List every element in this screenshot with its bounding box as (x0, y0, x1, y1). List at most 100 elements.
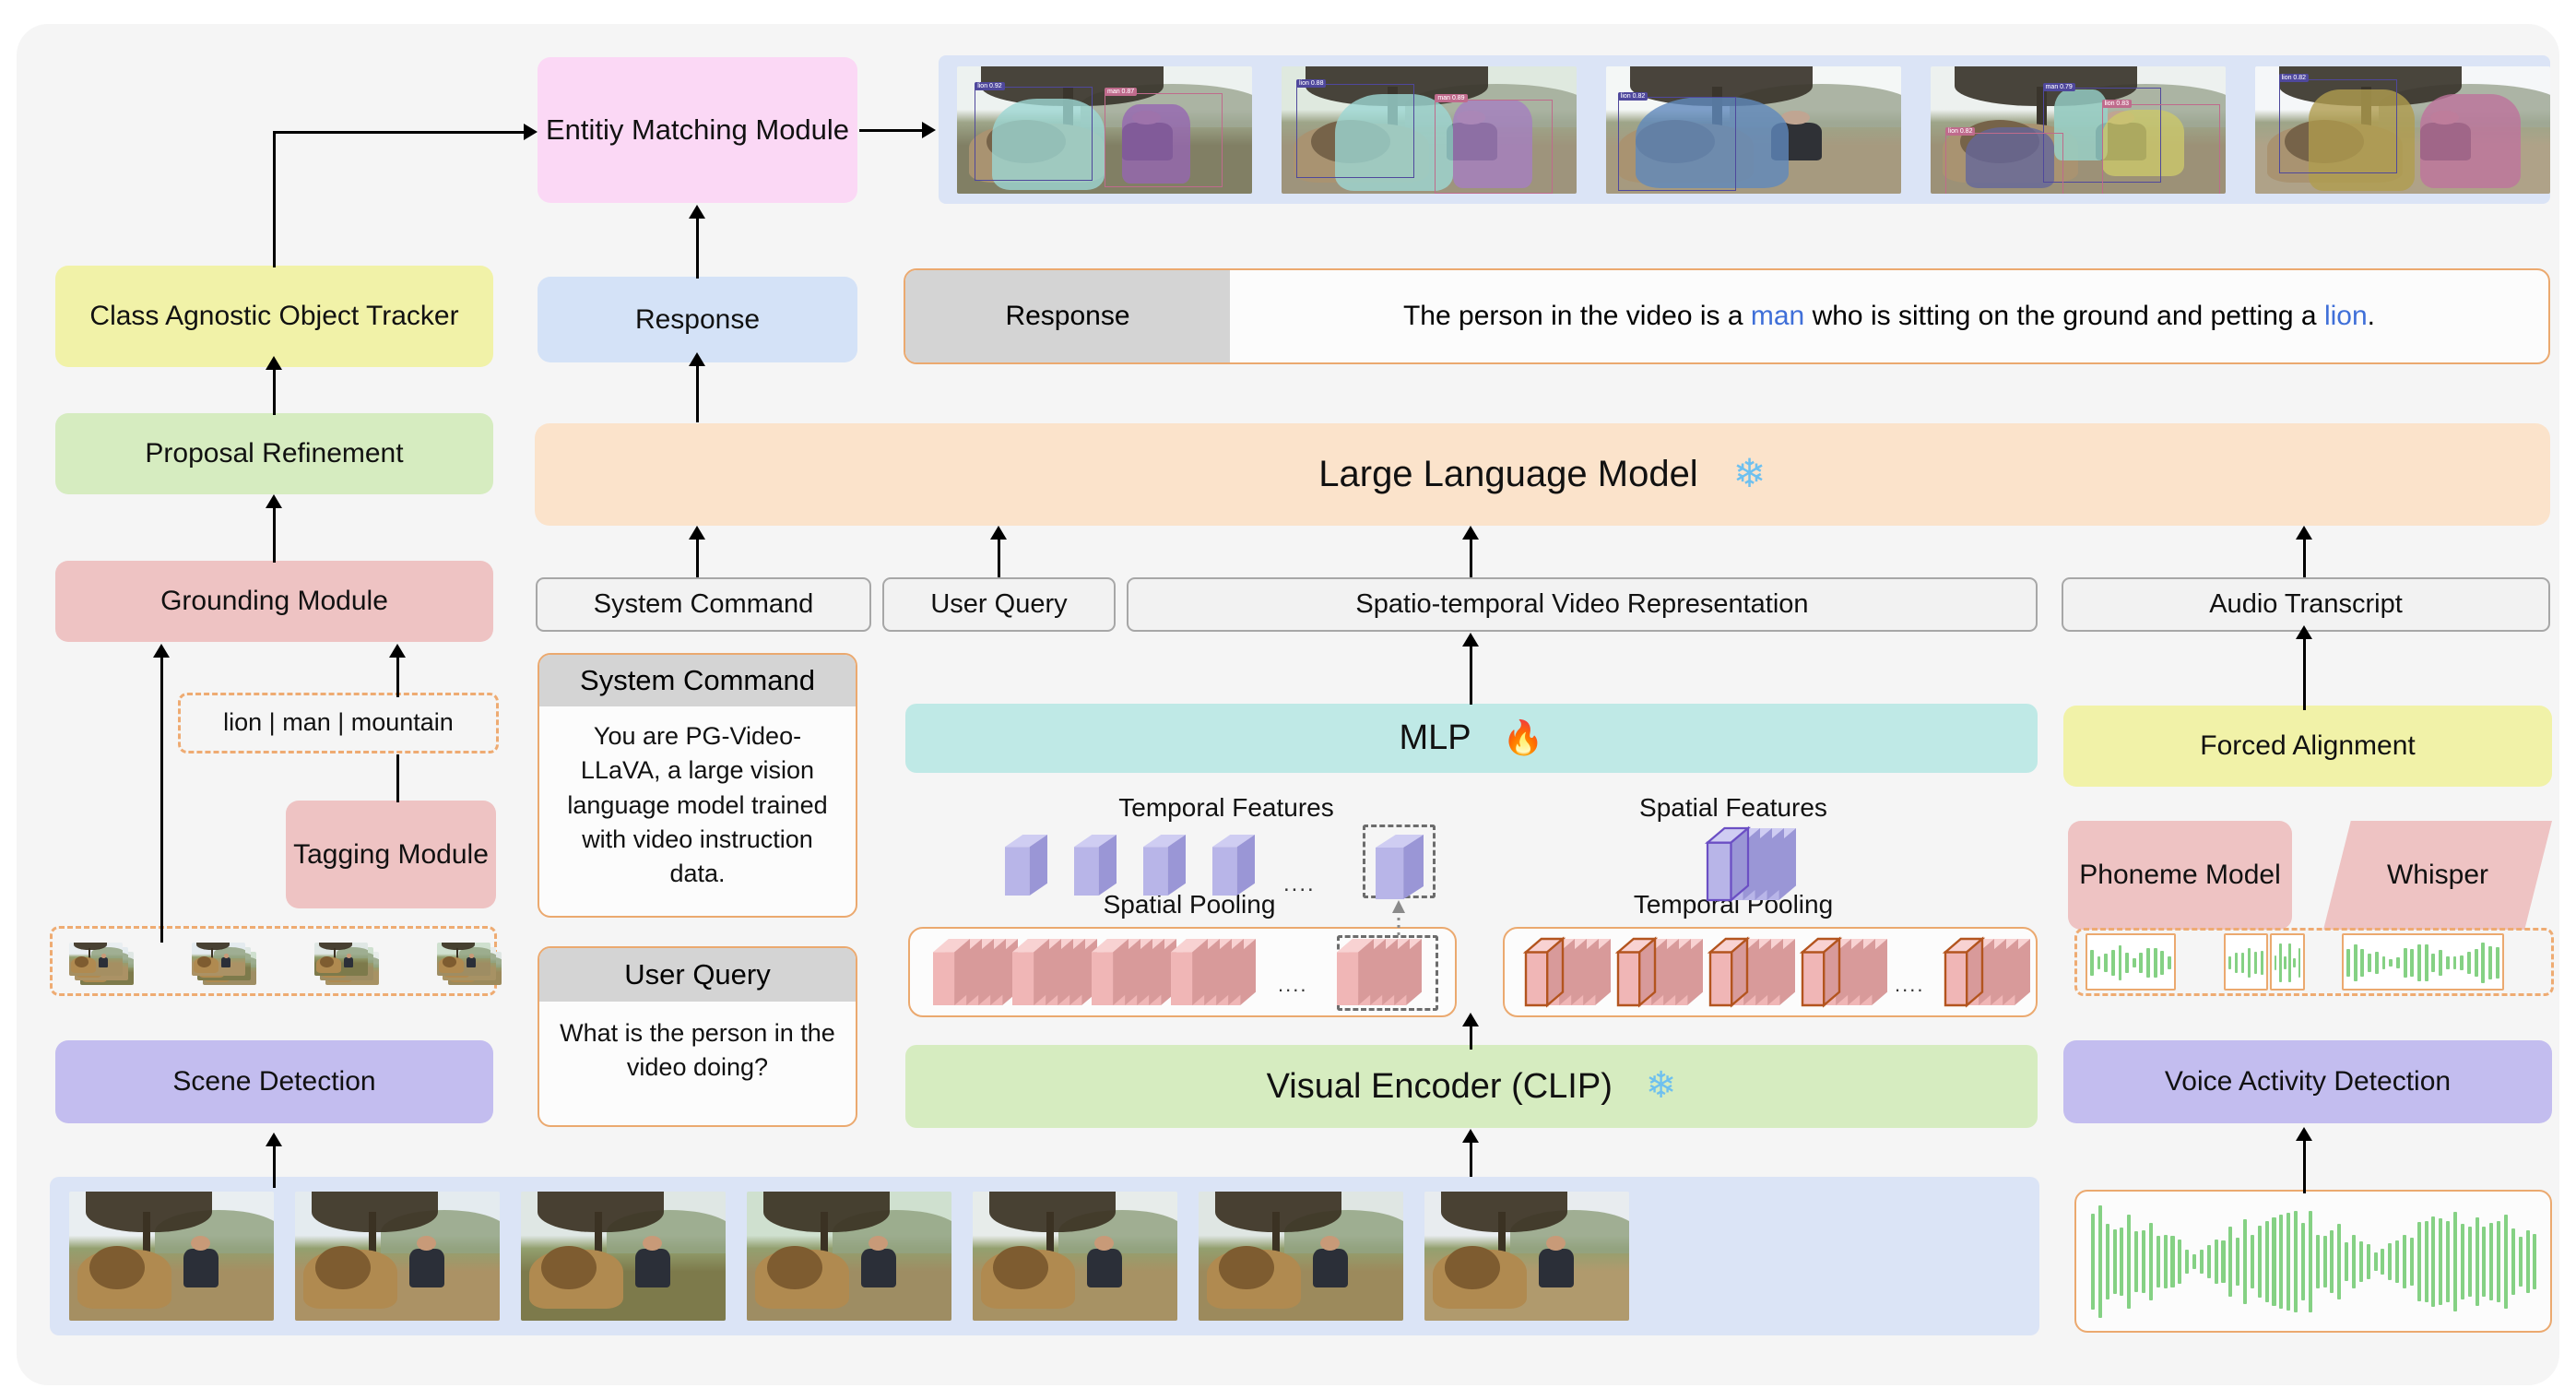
arrowhead-tags-to-grounding (389, 644, 406, 658)
grounding-module[interactable]: Grounding Module (55, 561, 493, 642)
llm-input-audio-transcript-label: Audio Transcript (2209, 589, 2403, 620)
entity-matching-module-label: Entitiy Matching Module (545, 113, 850, 146)
llm-input-system-command[interactable]: System Command (536, 577, 871, 632)
arrow-spatiotemporal-to-llm (1470, 539, 1473, 577)
arrow-encoder-to-features (1470, 1026, 1473, 1050)
response-text-2: who is sitting on the ground and petting… (1804, 301, 2324, 331)
waveform-bar (2288, 943, 2291, 982)
arrowhead-audiotranscript-to-llm (2296, 526, 2312, 540)
waveform-bar (2178, 1240, 2182, 1284)
audio-segment-waveform (2228, 941, 2263, 985)
waveform-bar (2236, 1237, 2240, 1287)
whisper-module-label: Whisper (2386, 860, 2489, 890)
waveform-bar (2424, 944, 2428, 981)
system-command-card-body: You are PG-Video-LLaVA, a large vision l… (539, 706, 856, 904)
waveform-bar (2358, 1241, 2363, 1282)
entity-matching-module[interactable]: Entitiy Matching Module (538, 57, 857, 203)
waveform-bar (2445, 955, 2450, 970)
waveform-bar (2153, 947, 2157, 979)
waveform-bar (2199, 1249, 2204, 1275)
waveform-bar (2163, 1234, 2168, 1289)
waveform-bar (2366, 1244, 2370, 1279)
whisper-module[interactable]: Whisper (2323, 821, 2552, 930)
segmentation-label: lion 0.82 (1945, 127, 1976, 136)
input-video-frame (1199, 1192, 1403, 1321)
waveform-bar (2234, 952, 2239, 974)
voice-activity-detection[interactable]: Voice Activity Detection (2063, 1040, 2552, 1123)
waveform-bar (2132, 957, 2136, 968)
input-video-frame (521, 1192, 726, 1321)
arrow-forced-alignment-to-transcript (2303, 638, 2307, 710)
response-text-4: . (2367, 301, 2375, 331)
grounded-video-frame: man 0.79 lion 0.83 lion 0.82 (1931, 66, 2226, 194)
temporal-features-ellipsis: .... (1283, 872, 1316, 896)
system-command-card: System Command You are PG-Video-LLaVA, a… (538, 653, 857, 918)
waveform-bar (2192, 1254, 2197, 1269)
waveform-bar (2346, 948, 2350, 978)
scene-clip-frame (314, 943, 368, 976)
pooled-token-slab (933, 939, 970, 1005)
waveform-bar (2417, 944, 2421, 981)
arrowhead-response-to-entity (689, 205, 705, 219)
grounded-video-frame: lion 0.82 (2255, 66, 2550, 194)
waveform-bar (2482, 1226, 2487, 1298)
llm-input-audio-transcript[interactable]: Audio Transcript (2062, 577, 2550, 632)
tagging-module-label: Tagging Module (293, 838, 489, 870)
user-query-card: User Query What is the person in the vid… (538, 946, 857, 1127)
waveform-bar (2104, 953, 2109, 973)
llm-input-spatio-temporal-label: Spatio-temporal Video Representation (1355, 589, 1809, 620)
waveform-bar (2518, 1236, 2523, 1287)
waveform-bar (2300, 1222, 2305, 1301)
waveform-bar (2250, 1235, 2254, 1288)
temporal-pooling-ellipsis: .... (1278, 973, 1308, 996)
audio-waveform (2091, 1201, 2537, 1323)
arrow-userquery-to-llm (998, 539, 1001, 577)
waveform-bar (2497, 1221, 2501, 1302)
large-language-model[interactable]: Large Language Model ❄ (535, 423, 2550, 526)
audio-segment-waveform (2275, 941, 2300, 985)
waveform-bar (2374, 952, 2379, 974)
waveform-bar (2388, 1243, 2393, 1280)
llm-input-spatio-temporal[interactable]: Spatio-temporal Video Representation (1127, 577, 2038, 632)
waveform-bar (2424, 1220, 2428, 1303)
mlp-module[interactable]: MLP 🔥 (905, 704, 2038, 773)
arrowhead-entity-to-frames (922, 122, 936, 138)
arrow-entity-to-frames (859, 129, 926, 133)
visual-encoder-clip[interactable]: Visual Encoder (CLIP) ❄ (905, 1045, 2038, 1128)
waveform-bar (2221, 1240, 2226, 1284)
waveform-bar (2439, 1217, 2443, 1306)
proposal-refinement[interactable]: Proposal Refinement (55, 413, 493, 494)
waveform-bar (2322, 1235, 2327, 1288)
waveform-bar (2402, 1235, 2406, 1288)
llm-input-user-query[interactable]: User Query (882, 577, 1116, 632)
pooling-dotted-arrow (1392, 900, 1405, 935)
waveform-bar (2160, 951, 2165, 975)
forced-alignment-label: Forced Alignment (2200, 730, 2416, 762)
phoneme-model[interactable]: Phoneme Model (2068, 821, 2292, 930)
waveform-bar (2439, 949, 2443, 977)
large-language-model-label: Large Language Model (1318, 453, 1698, 494)
arrowhead-userquery-to-llm (990, 526, 1007, 540)
arrowhead-frames-to-scene-detection (266, 1133, 282, 1146)
waveform-bar (2495, 947, 2499, 979)
scene-detection[interactable]: Scene Detection (55, 1040, 493, 1123)
waveform-bar (2298, 947, 2300, 978)
tagging-module[interactable]: Tagging Module (286, 801, 496, 908)
waveform-bar (2337, 1224, 2342, 1299)
forced-alignment[interactable]: Forced Alignment (2063, 706, 2552, 787)
arrowhead-waveform-to-vad (2296, 1127, 2312, 1141)
waveform-bar (2260, 951, 2263, 975)
waveform-bar (2091, 1213, 2096, 1311)
waveform-bar (2125, 953, 2130, 973)
waveform-bar (2240, 952, 2245, 974)
waveform-bar (2097, 956, 2101, 969)
waveform-bar (2489, 1223, 2494, 1300)
tags-box: lion | man | mountain (178, 693, 499, 753)
arrowhead-clips-to-grounding (153, 644, 170, 658)
class-agnostic-object-tracker[interactable]: Class Agnostic Object Tracker (55, 266, 493, 367)
response-box-left[interactable]: Response (538, 277, 857, 362)
pooled-token-slab (1012, 939, 1049, 1005)
snowflake-icon-llm: ❄ (1732, 452, 1767, 497)
grounding-module-label: Grounding Module (160, 586, 388, 617)
spatial-features-label-wrap: Spatial Features (1567, 791, 1899, 825)
